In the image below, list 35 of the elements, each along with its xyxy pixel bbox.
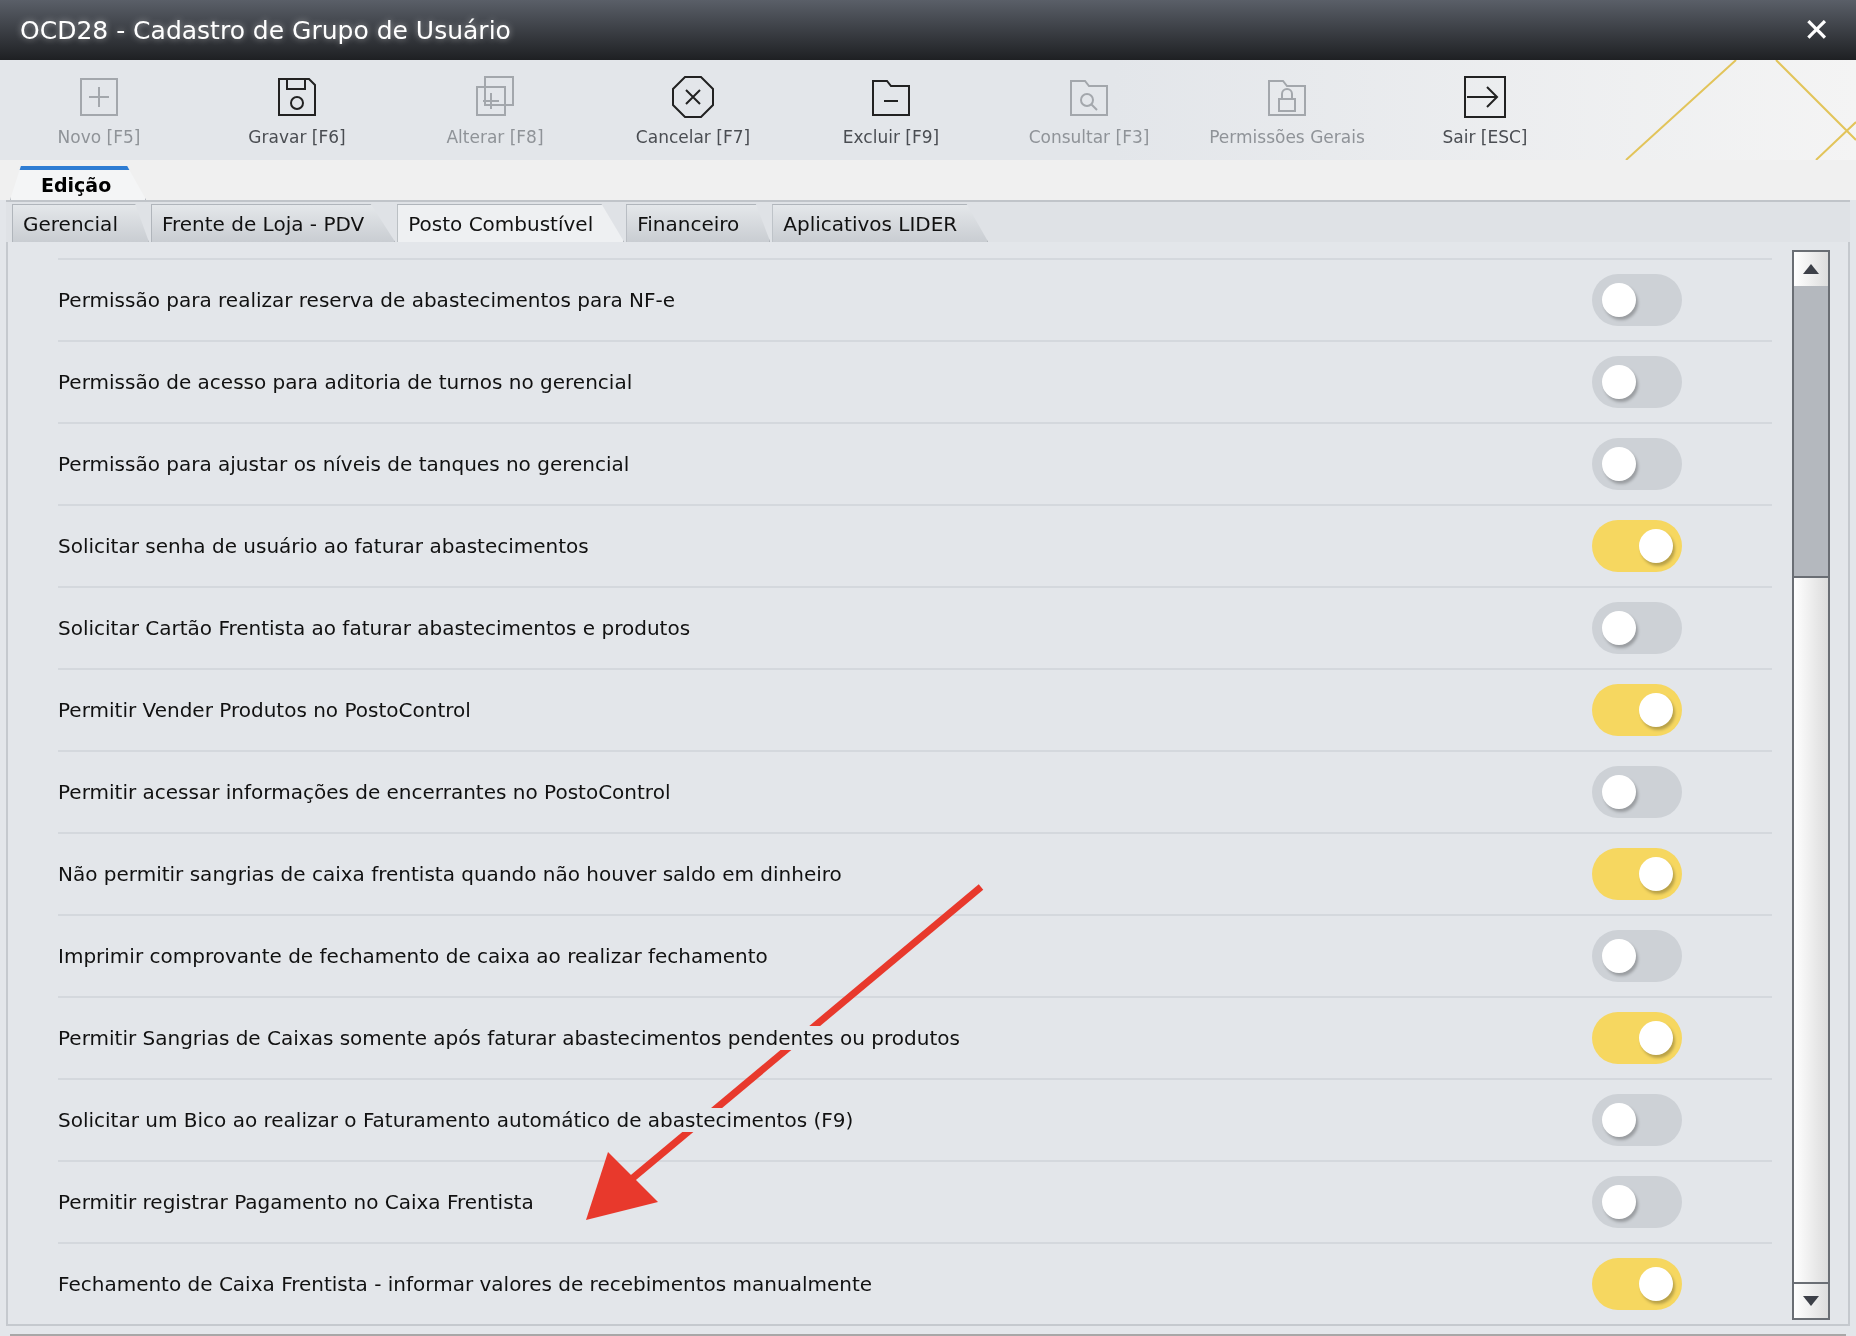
tab[interactable]: Financeiro (626, 204, 771, 242)
toolbar-button[interactable]: Excluir [F9] (792, 60, 990, 160)
toolbar-button[interactable]: Gravar [F6] (198, 60, 396, 160)
tab[interactable]: Aplicativos LIDER (772, 204, 989, 242)
toggle-switch[interactable] (1592, 930, 1682, 982)
section-tab[interactable]: Edição (10, 166, 147, 200)
toggle-switch[interactable] (1592, 766, 1682, 818)
toggle-switch[interactable] (1592, 848, 1682, 900)
tab[interactable]: Gerencial (12, 204, 149, 242)
close-button[interactable]: ✕ (1797, 11, 1836, 49)
toggle-switch[interactable] (1592, 602, 1682, 654)
toggle-switch[interactable] (1592, 356, 1682, 408)
scrollbar[interactable] (1792, 250, 1830, 1320)
toolbar-button[interactable]: Sair [ESC] (1386, 60, 1584, 160)
toggle-switch[interactable] (1592, 1012, 1682, 1064)
exit-icon (1461, 73, 1509, 121)
toggle-switch[interactable] (1592, 438, 1682, 490)
octagon-x-icon (669, 73, 717, 121)
permission-label: Permissão para ajustar os níveis de tanques no gerencial (58, 452, 630, 476)
triangle-up-icon (1803, 264, 1819, 274)
toolbar-button[interactable]: Cancelar [F7] (594, 60, 792, 160)
toggle-switch[interactable] (1592, 1176, 1682, 1228)
toggle-switch[interactable] (1592, 520, 1682, 572)
toggle-switch[interactable] (1592, 1258, 1682, 1310)
scroll-up-button[interactable] (1794, 252, 1828, 286)
tab[interactable]: Posto Combustível (397, 204, 625, 242)
toggle-switch[interactable] (1592, 274, 1682, 326)
scroll-down-button[interactable] (1794, 1284, 1828, 1318)
toggle-switch[interactable] (1592, 684, 1682, 736)
window-title: OCD28 - Cadastro de Grupo de Usuário (20, 15, 511, 45)
triangle-down-icon (1803, 1296, 1819, 1306)
toggle-switch[interactable] (1592, 1094, 1682, 1146)
tab[interactable]: Frente de Loja - PDV (150, 204, 396, 242)
permission-label: Permitir Sangrias de Caixas somente após faturar abastecimentos pendentes ou produtos (58, 1026, 960, 1050)
permission-label: Solicitar um Bico ao realizar o Faturamento automático de abastecimentos (F9) (58, 1108, 854, 1132)
